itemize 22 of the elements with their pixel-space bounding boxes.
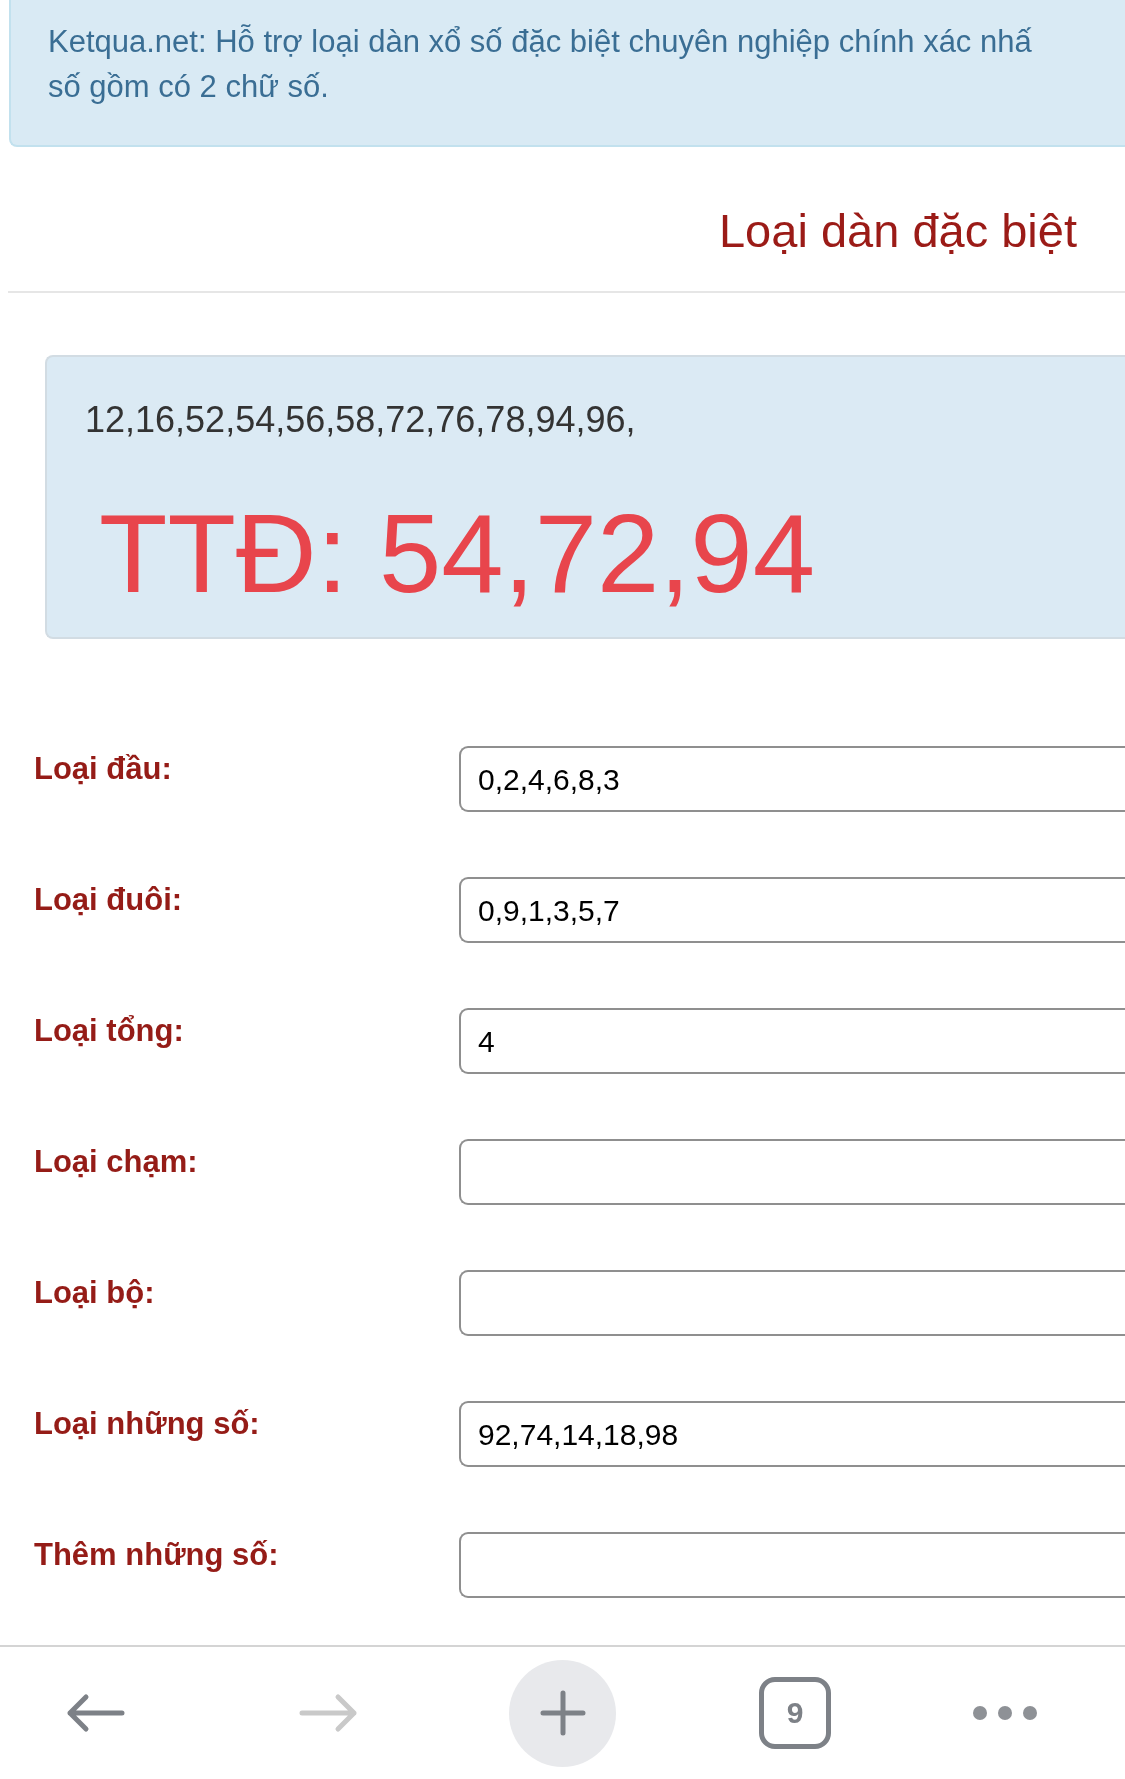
result-highlight-text: TTĐ: 54,72,94 bbox=[99, 498, 815, 610]
tab-count-button[interactable]: 9 bbox=[759, 1677, 831, 1749]
text-field[interactable] bbox=[459, 1139, 1125, 1205]
field-label: Thêm những số: bbox=[34, 1537, 279, 1572]
text-field[interactable] bbox=[459, 1532, 1125, 1598]
plus-icon bbox=[539, 1690, 586, 1736]
section-heading: Loại dàn đặc biệt bbox=[719, 203, 1077, 259]
info-text: số gồm có 2 chữ số. bbox=[48, 68, 329, 106]
field-label: Loại đầu: bbox=[34, 751, 172, 786]
text-field[interactable]: 92,74,14,18,98 bbox=[459, 1401, 1125, 1467]
number-list-text: 12,16,52,54,56,58,72,76,78,94,96, bbox=[85, 398, 636, 442]
info-text: Ketqua.net: Hỗ trợ loại dàn xổ số đặc biệt chuyên nghiệp chính xác nhấ bbox=[48, 23, 1032, 61]
field-label: Loại đuôi: bbox=[34, 882, 183, 917]
text-field[interactable]: 0,2,4,6,8,3 bbox=[459, 746, 1125, 812]
field-label: Loại tổng: bbox=[34, 1013, 184, 1048]
text-field[interactable] bbox=[459, 1270, 1125, 1336]
more-icon bbox=[972, 1705, 1038, 1721]
field-label: Loại những số: bbox=[34, 1406, 260, 1441]
field-label: Loại bộ: bbox=[34, 1275, 155, 1310]
text-field[interactable]: 0,9,1,3,5,7 bbox=[459, 877, 1125, 943]
field-label: Loại chạm: bbox=[34, 1144, 198, 1179]
text-field[interactable]: 4 bbox=[459, 1008, 1125, 1074]
